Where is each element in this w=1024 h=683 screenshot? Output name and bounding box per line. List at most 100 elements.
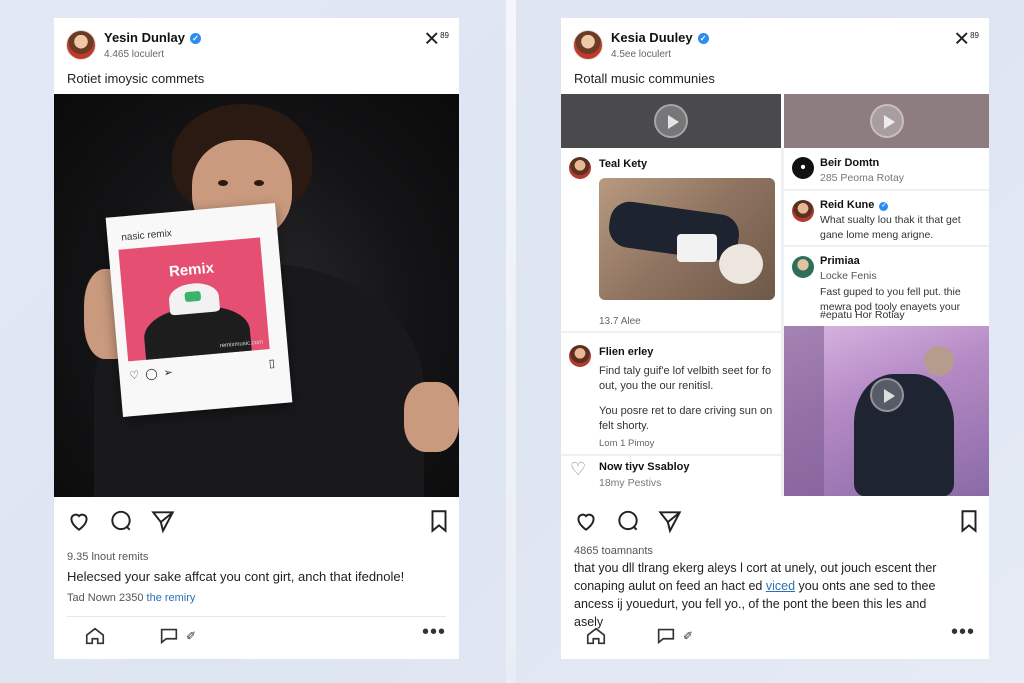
card-subtitle: 18my Pestivs <box>599 477 662 489</box>
bottom-nav: ✐ ••• <box>561 615 989 659</box>
post-description-line: ancess ij youedurt, you fell yo., of the… <box>574 597 927 611</box>
close-button[interactable]: ✕89 <box>953 26 979 50</box>
comment-icon: ◯ <box>144 367 159 381</box>
post-header: Yesin Dunlay ✓ 4.465 loculert ✕89 <box>54 18 459 68</box>
card-footer: Lom 1 Pimoy <box>599 438 655 449</box>
post-actions <box>561 508 989 538</box>
heart-icon[interactable]: ♡ <box>570 459 586 480</box>
more-options-icon[interactable]: ••• <box>951 621 975 644</box>
play-icon[interactable] <box>870 378 904 412</box>
avatar[interactable] <box>573 30 603 60</box>
tag-line: Tad Nown 2350 the remiry <box>67 592 196 604</box>
post-actions <box>54 508 459 538</box>
send-icon[interactable] <box>150 508 176 534</box>
card-username: Reid Kune ✓ <box>820 199 889 211</box>
card-username: Flien erley <box>599 346 654 358</box>
avatar <box>569 345 591 367</box>
hashtag-link[interactable]: #epatu Hor Rotiay <box>820 308 905 323</box>
bottom-nav: ✐ ••• <box>54 615 459 659</box>
edit-icon[interactable]: ✐ <box>186 629 196 643</box>
list-item[interactable]: Beir Domtn 285 Peoma Rotay <box>784 148 989 188</box>
remix-polaroid: nasic remix Remix remixmusic.com ♡ ◯ ➢ ▯ <box>105 202 293 418</box>
card-text: What sualty lou thak it that get gane lo… <box>820 214 961 241</box>
avatar[interactable] <box>66 30 96 60</box>
shirt <box>677 234 717 262</box>
card-username: Beir Domtn <box>820 157 880 169</box>
play-icon[interactable] <box>654 104 688 138</box>
send-icon[interactable] <box>657 508 683 534</box>
more-options-icon[interactable]: ••• <box>422 621 446 644</box>
person-head <box>924 346 954 376</box>
comment-bubble-icon[interactable] <box>108 508 134 534</box>
video-tile[interactable] <box>784 326 989 496</box>
divider <box>561 331 781 333</box>
avatar <box>569 157 591 179</box>
remix-title: Remix <box>168 259 215 281</box>
right-hand <box>404 382 459 452</box>
polaroid-actions: ♡ ◯ ➢ ▯ <box>128 356 280 383</box>
post-header: Kesia Duuley ✓ 4.5ee loculert ✕89 <box>561 18 989 68</box>
divider <box>784 245 989 247</box>
card-username: Now tiyv Ssabloy <box>599 461 690 473</box>
post-description: Helecsed your sake affcat you cont girt,… <box>67 569 405 584</box>
edit-icon[interactable]: ✐ <box>683 629 693 643</box>
list-item[interactable]: ♡ Now tiyv Ssabloy 18my Pestivs <box>561 457 781 495</box>
card-text: Find taly guif'e lof velbith seet for fo… <box>599 365 772 392</box>
verified-badge-icon: ✓ <box>697 33 709 44</box>
post-card-left: Yesin Dunlay ✓ 4.465 loculert ✕89 Rotiet … <box>54 18 459 659</box>
description-link[interactable]: viced <box>766 579 795 593</box>
bookmark-icon: ▯ <box>268 357 276 371</box>
verified-badge-icon: ✓ <box>879 202 889 211</box>
list-item[interactable]: Primiaa Locke Fenis Fast guped to you fe… <box>784 248 989 324</box>
sleeping-person-photo <box>599 178 775 300</box>
play-icon[interactable] <box>870 104 904 138</box>
card-footer: 13.7 Alee <box>599 316 641 327</box>
video-tile[interactable] <box>561 94 781 148</box>
post-caption: Rotiet imoysic commets <box>67 71 205 86</box>
home-icon[interactable] <box>585 625 607 647</box>
like-heart-icon[interactable] <box>573 508 599 534</box>
follower-count: 4.465 loculert <box>104 49 165 60</box>
avatar <box>792 256 814 278</box>
share-icon: ➢ <box>163 366 174 380</box>
person-body <box>854 374 954 496</box>
home-icon[interactable] <box>84 625 106 647</box>
eye-icon <box>254 180 264 186</box>
post-photo[interactable]: nasic remix Remix remixmusic.com ♡ ◯ ➢ ▯ <box>54 94 459 497</box>
card-text: You posre ret to dare criving sun on fel… <box>599 405 773 432</box>
divider <box>561 454 781 456</box>
post-description-line: conaping aulut on feed an hact ed viced … <box>574 579 936 593</box>
like-count: 9.35 lnout remits <box>67 551 149 563</box>
username[interactable]: Yesin Dunlay ✓ <box>104 30 201 45</box>
avatar <box>792 200 814 222</box>
list-item[interactable]: Flien erley Find taly guif'e lof velbith… <box>561 334 781 452</box>
cap-badge <box>184 290 202 303</box>
doorway <box>784 326 824 496</box>
post-caption: Rotall music communies <box>574 71 715 86</box>
tag-link[interactable]: the remiry <box>147 592 196 604</box>
panel-divider <box>506 0 516 683</box>
save-bookmark-icon[interactable] <box>956 508 982 534</box>
username[interactable]: Kesia Duuley ✓ <box>611 30 709 45</box>
heart-icon: ♡ <box>128 369 140 383</box>
remix-artwork: Remix remixmusic.com <box>118 237 270 362</box>
list-item[interactable]: Teal Kety 13.7 Alee <box>561 148 781 330</box>
comment-bubble-icon[interactable] <box>615 508 641 534</box>
divider <box>784 189 989 191</box>
post-description-line: that you dll tlrang ekerg aleys l cort a… <box>574 561 937 575</box>
close-button[interactable]: ✕89 <box>423 26 449 50</box>
chat-icon[interactable] <box>158 625 180 647</box>
avatar <box>792 157 814 179</box>
eye-icon <box>218 180 228 186</box>
verified-badge-icon: ✓ <box>189 33 201 44</box>
list-item[interactable]: Reid Kune ✓ What sualty lou thak it that … <box>784 192 989 244</box>
card-subtitle: 285 Peoma Rotay <box>820 172 905 184</box>
card-username: Primiaa <box>820 255 860 267</box>
post-card-right: Kesia Duuley ✓ 4.5ee loculert ✕89 Rotall … <box>561 18 989 659</box>
save-bookmark-icon[interactable] <box>426 508 452 534</box>
video-tile[interactable] <box>784 94 989 148</box>
follower-count: 4.5ee loculert <box>611 49 672 60</box>
chat-icon[interactable] <box>655 625 677 647</box>
card-username: Teal Kety <box>599 158 648 170</box>
like-heart-icon[interactable] <box>66 508 92 534</box>
